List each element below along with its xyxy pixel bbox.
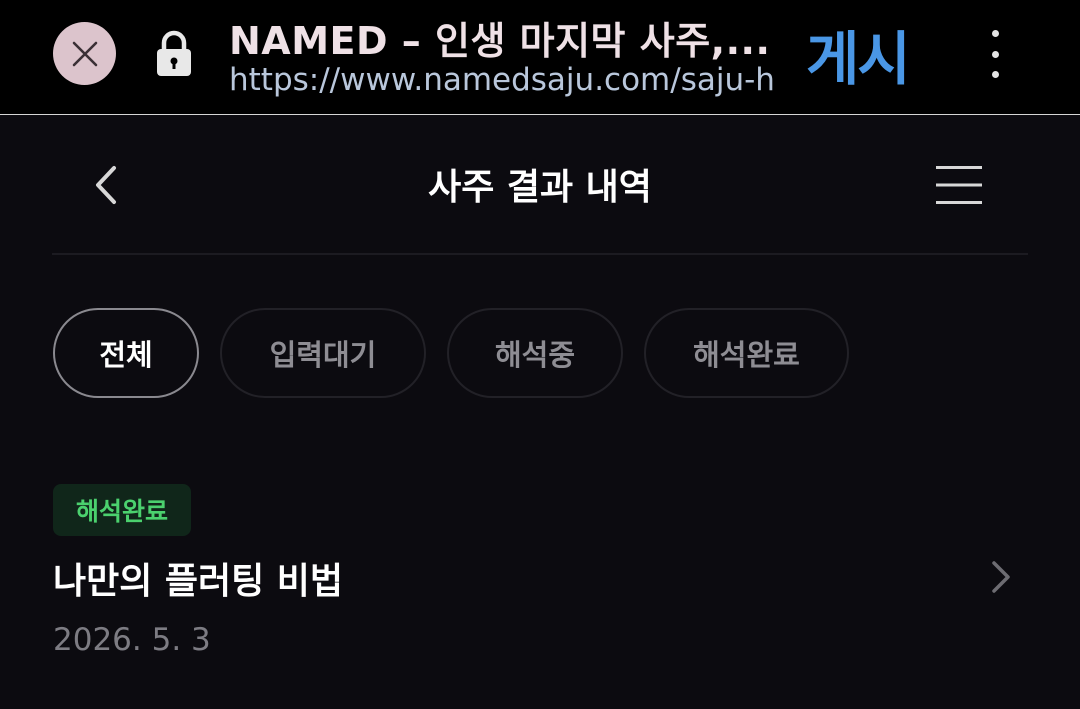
post-button[interactable]: 게시: [806, 12, 911, 96]
filter-chip-in-progress[interactable]: 해석중: [447, 308, 623, 398]
menu-button[interactable]: [934, 164, 984, 206]
close-tab-button[interactable]: [53, 22, 116, 85]
status-badge: 해석완료: [53, 484, 191, 536]
more-dot-icon: [991, 30, 999, 37]
filter-chip-waiting[interactable]: 입력대기: [220, 308, 426, 398]
address-bar-url[interactable]: https://www.namedsaju.com/saju-h: [229, 62, 773, 98]
chevron-right-icon: [988, 558, 1014, 596]
hamburger-menu-icon: [936, 166, 982, 204]
result-date: 2026. 5. 3: [53, 622, 211, 658]
result-title: 나만의 플러팅 비법: [53, 561, 344, 602]
browser-toolbar: NAMED – 인생 마지막 사주,... https://www.nameds…: [0, 0, 1080, 115]
filter-chip-all[interactable]: 전체: [53, 308, 199, 398]
page-title: 사주 결과 내역: [428, 167, 652, 208]
lock-icon: [154, 30, 194, 78]
more-options-button[interactable]: [980, 30, 1010, 78]
more-dot-icon: [991, 71, 999, 78]
more-dot-icon: [991, 50, 999, 58]
filter-chip-completed[interactable]: 해석완료: [644, 308, 849, 398]
header-divider: [52, 253, 1028, 255]
close-icon: [72, 41, 97, 66]
tab-title: NAMED – 인생 마지막 사주,...: [229, 19, 769, 63]
page-header: 사주 결과 내역: [0, 116, 1080, 254]
